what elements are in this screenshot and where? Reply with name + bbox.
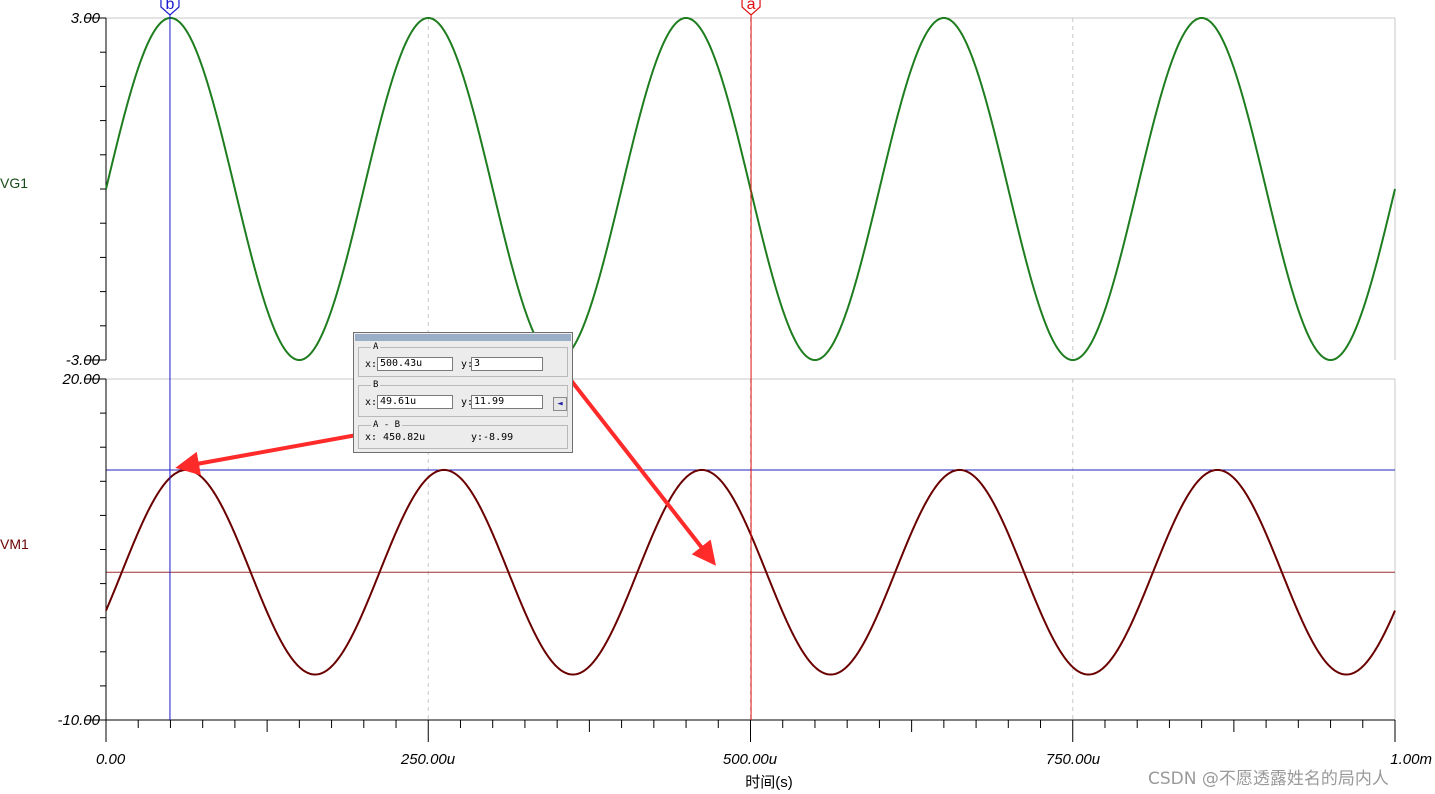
cursor-b-x-field[interactable]: 49.61u [377, 395, 453, 409]
cursor-b-x-label: x: [365, 397, 378, 408]
watermark: CSDN @不愿透露姓名的局内人 [1148, 769, 1389, 789]
vm1-signal-label: VM1 [0, 536, 29, 552]
x-tick-label-3: 750.00u [1046, 751, 1101, 768]
cursor-a-tag: a [747, 0, 756, 13]
cursor-diff-x-value: x: 450.82u [365, 432, 426, 443]
cursor-b-jump-button[interactable]: ◄ [553, 397, 567, 411]
x-tick-label-2: 500.00u [723, 751, 778, 768]
cursor-diff-y-value: y:-8.99 [471, 432, 514, 443]
vm1-ymax-label: 20.00 [61, 371, 100, 388]
grid-lines [106, 17, 1396, 720]
cursor-b-y-field[interactable]: 11.99 [471, 395, 543, 409]
waveform-plot: ba 3.00 -3.00 20.00 -10.00 VG1 VM1 0.00 … [0, 0, 1432, 791]
cursor-a-group-title: A [371, 342, 381, 352]
cursor-a-x-label: x: [365, 359, 378, 370]
cursor-a-x-field[interactable]: 500.43u [377, 357, 453, 371]
axes [84, 17, 1396, 742]
x-tick-label-0: 0.00 [96, 751, 126, 768]
vg1-ymin-label: -3.00 [66, 352, 101, 369]
x-axis-title: 时间(s) [745, 774, 793, 791]
cursor-diff-group-title: A - B [371, 420, 403, 430]
vg1-ymax-label: 3.00 [71, 10, 101, 27]
cursor-b-group-title: B [371, 380, 381, 390]
x-tick-label-1: 250.00u [400, 751, 456, 768]
dialog-titlebar[interactable] [355, 334, 571, 341]
cursor-b-tag: b [165, 0, 174, 13]
cursor-a-group: A x: 500.43u y: 3 [358, 342, 568, 377]
vg1-signal-label: VG1 [0, 175, 28, 191]
cursor-diff-group: A - B x: 450.82u y:-8.99 [358, 420, 568, 449]
cursor-a-y-field[interactable]: 3 [471, 357, 543, 371]
arrow-to-a-crossing [550, 354, 716, 566]
cursor-readout-dialog[interactable]: A x: 500.43u y: 3 B x: 49.61u y: 11.99 ◄… [353, 332, 573, 453]
vm1-ymin-label: -10.00 [57, 712, 100, 729]
x-tick-label-4: 1.00m [1390, 751, 1432, 768]
cursor-b-group: B x: 49.61u y: 11.99 ◄ [358, 380, 568, 417]
